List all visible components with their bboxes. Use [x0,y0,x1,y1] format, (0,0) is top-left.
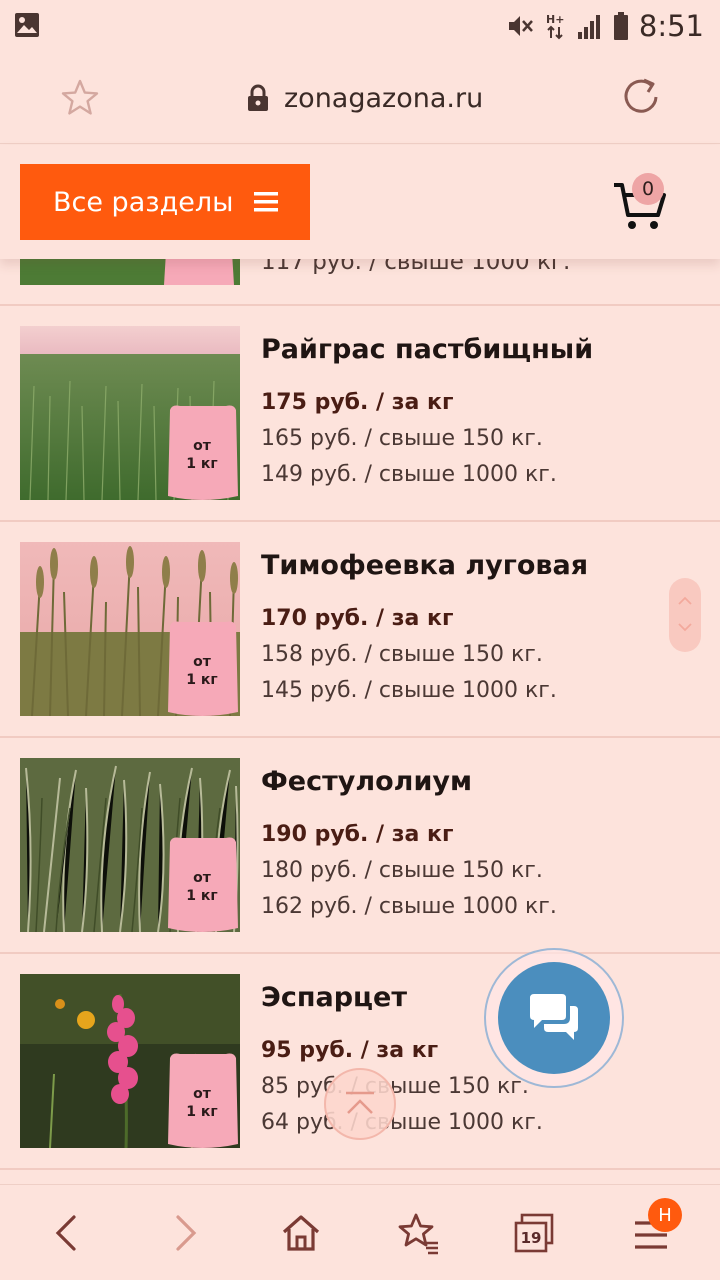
chat-button[interactable] [498,962,610,1074]
forward-icon[interactable] [162,1211,206,1255]
seed-bag: от 1 кг [168,1053,238,1148]
network-type-icon: H+ [546,13,564,40]
product-name[interactable]: Тимофеевка луговая [261,550,588,581]
network-label: H+ [546,13,564,26]
product-image: от 1 кг [20,542,240,716]
status-bar: H+ 8:51 [0,0,720,52]
product-row[interactable]: от 1 кг Фестулолиум 190 руб. / за кг 180… [0,738,720,954]
arrow-up-icon [346,1091,374,1114]
price-over-150: 158 руб. / свыше 150 кг. [261,642,543,667]
notification-badge: Н [648,1198,682,1232]
seed-bag: от 1 кг [168,837,238,932]
reload-icon[interactable] [620,76,662,118]
address-bar: zonagazona.ru [0,52,720,144]
price-over-150: 165 руб. / свыше 150 кг. [261,426,543,451]
bag-label-weight: 1 кг [186,456,217,472]
price-per-kg: 175 руб. / за кг [261,390,454,415]
gallery-icon [15,13,39,37]
price-per-kg: 170 руб. / за кг [261,606,454,631]
chat-icon [530,994,578,1040]
clock: 8:51 [638,9,704,43]
back-icon[interactable] [46,1211,90,1255]
all-sections-button[interactable]: Все разделы [20,164,310,240]
bag-label-from: от [193,1086,212,1102]
all-sections-label: Все разделы [53,186,234,218]
price-per-kg: 95 руб. / за кг [261,1038,439,1063]
price-over-1000: 145 руб. / свыше 1000 кг. [261,678,557,703]
home-icon[interactable] [279,1211,323,1255]
seed-bag: от 1 кг [168,621,238,716]
product-image [20,259,240,285]
url-text: zonagazona.ru [284,82,484,114]
seed-bag: от 1 кг [168,405,238,500]
product-row[interactable]: от 1 кг Райграс пастбищный 175 руб. / за… [0,306,720,522]
battery-icon [613,12,628,40]
bag-label-weight: 1 кг [186,672,217,688]
product-row-clipped[interactable]: 117 руб. / свыше 1000 кг. [0,259,720,306]
tabs-count: 19 [521,1229,542,1247]
price-tail: 117 руб. / свыше 1000 кг. [261,259,571,275]
lock-icon [248,84,268,111]
bookmarks-icon[interactable] [396,1211,440,1255]
price-over-1000: 149 руб. / свыше 1000 кг. [261,462,557,487]
bag-label-weight: 1 кг [186,1104,217,1120]
site-header: Все разделы [0,145,720,259]
cart-count-badge: 0 [632,173,664,205]
bag-label-from: от [193,438,212,454]
bag-label-from: от [193,870,212,886]
price-per-kg: 190 руб. / за кг [261,822,454,847]
url-field[interactable]: zonagazona.ru [246,78,483,118]
price-over-150: 180 руб. / свыше 150 кг. [261,858,543,883]
bag-label-weight: 1 кг [186,888,217,904]
product-row[interactable]: от 1 кг Тимофеевка луговая 170 руб. / за… [0,522,720,738]
browser-bottom-bar: 19 [0,1184,720,1280]
mute-icon [508,16,533,36]
price-over-1000: 162 руб. / свыше 1000 кг. [261,894,557,919]
tabs-icon[interactable]: 19 [512,1211,556,1255]
bag-label-from: от [193,654,212,670]
signal-icon [577,15,600,39]
scroll-arrows-icon [678,596,692,632]
product-name[interactable]: Эспарцет [261,982,407,1013]
product-image: от 1 кг [20,758,240,932]
hamburger-icon [254,192,278,212]
back-to-top-button[interactable] [324,1068,396,1140]
product-image: от 1 кг [20,974,240,1148]
product-name[interactable]: Фестулолиум [261,766,472,797]
star-icon[interactable] [60,78,100,118]
product-image: от 1 кг [20,326,240,500]
fast-scroll-handle[interactable] [669,578,701,652]
price-over-1000: 64 руб. / свыше 1000 кг. [261,1110,543,1135]
product-name[interactable]: Райграс пастбищный [261,334,593,365]
